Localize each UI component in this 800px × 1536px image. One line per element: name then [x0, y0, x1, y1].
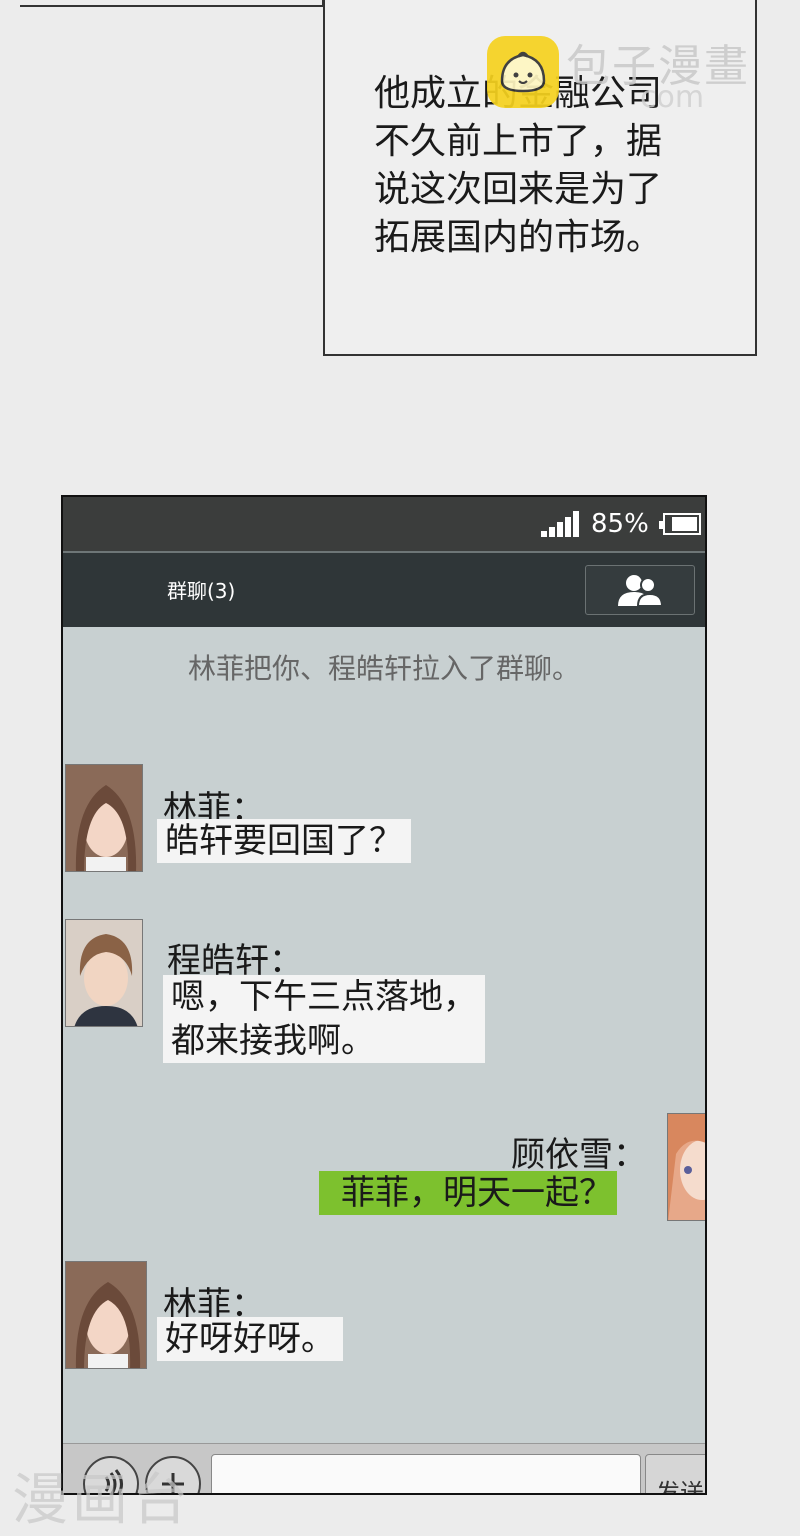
message-bubble[interactable]: 皓轩要回国了？ — [157, 819, 411, 863]
watermark-sub: com — [640, 80, 705, 115]
phone-screen: 85% 群聊(3) 林菲把你、程皓轩拉入了群聊。 林菲： 皓轩要回国了？ 程皓轩… — [61, 495, 707, 1495]
message-bubble[interactable]: 嗯，下午三点落地， 都来接我啊。 — [163, 975, 485, 1063]
battery-icon — [659, 513, 701, 535]
chat-header: 群聊(3) — [63, 551, 705, 627]
status-bar: 85% — [63, 497, 705, 551]
members-button[interactable] — [585, 565, 695, 615]
avatar[interactable] — [667, 1113, 705, 1221]
message-input[interactable] — [211, 1454, 641, 1493]
send-button[interactable]: 发送 — [645, 1454, 705, 1493]
watermark-bottom: 漫画台 — [12, 1468, 192, 1533]
message-bubble-outgoing[interactable]: 菲菲，明天一起？ — [319, 1171, 617, 1215]
avatar[interactable] — [65, 1261, 147, 1369]
message-text: 好呀好呀。 — [165, 1319, 335, 1359]
message-text: 菲菲，明天一起？ — [341, 1173, 613, 1213]
chat-title: 群聊(3) — [167, 579, 236, 603]
narration-line: 说这次回来是为了 — [374, 169, 663, 210]
battery-percent: 85% — [591, 509, 649, 539]
avatar[interactable] — [65, 764, 143, 872]
people-icon — [618, 575, 664, 607]
watermark-logo-icon — [487, 36, 559, 108]
message-bubble[interactable]: 好呀好呀。 — [157, 1317, 343, 1361]
narration-line: 不久前上市了，据 — [374, 121, 663, 162]
panel-border — [20, 0, 324, 7]
system-message: 林菲把你、程皓轩拉入了群聊。 — [187, 652, 580, 685]
signal-icon — [541, 511, 581, 537]
message-text: 嗯，下午三点落地， — [171, 977, 477, 1017]
narration-line: 拓展国内的市场。 — [374, 217, 663, 258]
avatar[interactable] — [65, 919, 143, 1027]
message-text: 皓轩要回国了？ — [165, 821, 403, 861]
sender-name: 顾依雪： — [511, 1135, 647, 1175]
message-text: 都来接我啊。 — [171, 1021, 375, 1061]
